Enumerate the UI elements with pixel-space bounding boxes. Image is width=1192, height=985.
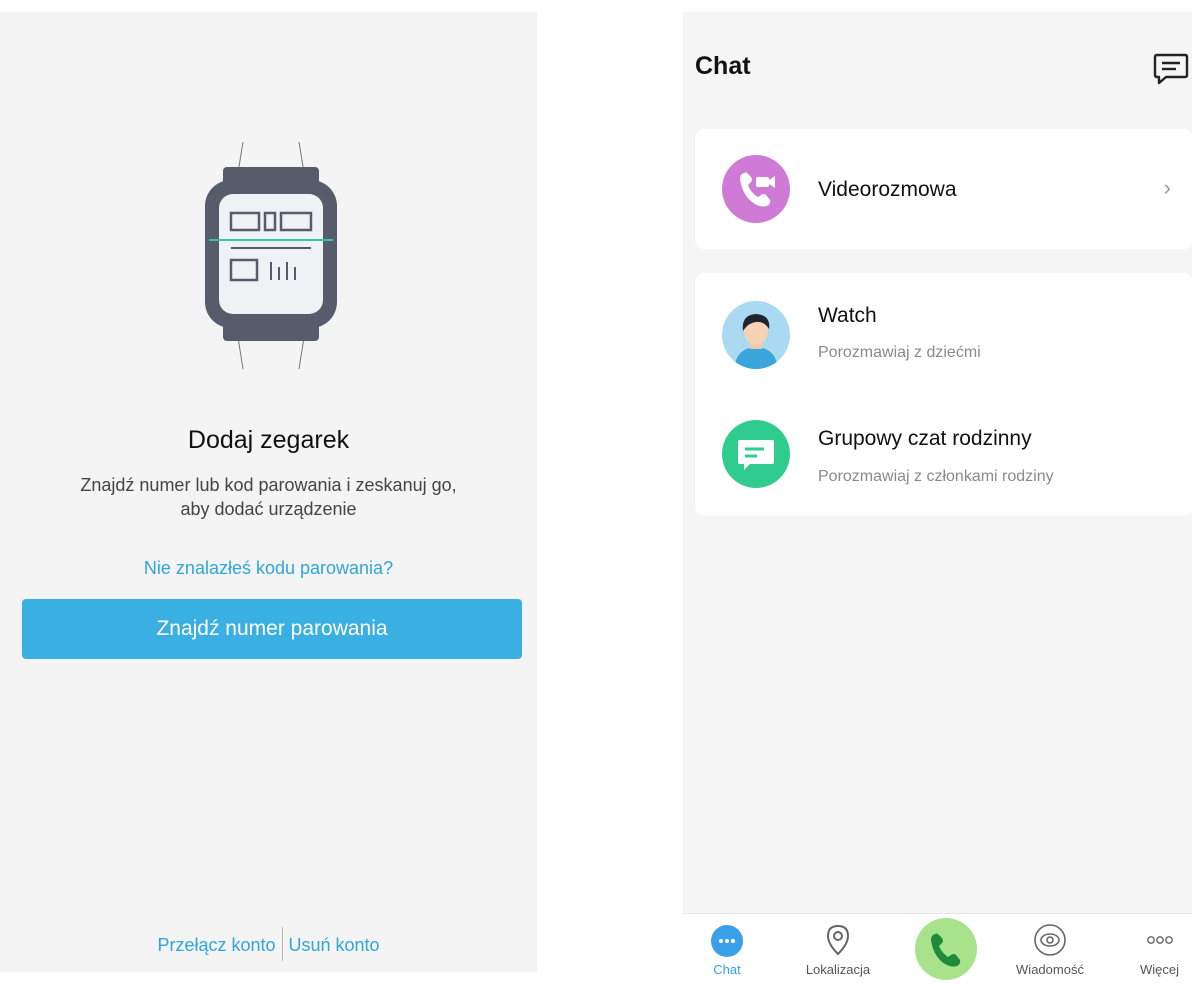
description-line-1: Znajdź numer lub kod parowania i zeskanu… [80, 475, 457, 495]
add-watch-description: Znajdź numer lub kod parowania i zeskanu… [0, 473, 537, 521]
video-call-icon [722, 155, 790, 223]
page-title: Chat [695, 52, 751, 80]
tab-label: Lokalizacja [805, 962, 871, 977]
contact-name: Watch [818, 304, 877, 327]
chevron-right-icon: › [1163, 175, 1171, 200]
add-watch-title: Dodaj zegarek [187, 426, 350, 454]
location-pin-icon [826, 924, 850, 956]
video-call-label: Videorozmowa [818, 178, 957, 201]
more-dots-icon [1146, 936, 1173, 944]
contact-subtitle: Porozmawiaj z dziećmi [818, 344, 981, 361]
find-pairing-number-button[interactable]: Znajdź numer parowania [22, 599, 522, 659]
link-divider [281, 927, 283, 961]
tab-label: Więcej [1139, 962, 1179, 977]
description-line-2: aby dodać urządzenie [180, 499, 357, 519]
message-square-icon[interactable] [1153, 52, 1189, 86]
tab-label: Chat [713, 962, 741, 977]
contact-name: Grupowy czat rodzinny [818, 427, 1032, 450]
no-pairing-code-link[interactable]: Nie znalazłeś kodu parowania? [0, 558, 537, 579]
contacts-card: Watch Porozmawiaj z dziećmi Grupowy czat… [695, 273, 1192, 516]
switch-account-link[interactable]: Przełącz konto [157, 935, 275, 955]
add-watch-screen: Dodaj zegarek Znajdź numer lub kod parow… [0, 12, 537, 972]
phone-icon [931, 933, 961, 967]
tab-more[interactable]: Więcej [1127, 914, 1192, 984]
list-item-watch[interactable]: Watch Porozmawiaj z dziećmi [695, 273, 1192, 393]
video-call-row[interactable]: Videorozmowa › [695, 129, 1192, 249]
chat-bubble-icon [722, 420, 790, 488]
tab-messages[interactable]: Wiadomość [995, 914, 1105, 984]
call-button[interactable] [915, 918, 977, 980]
chat-dots-icon [711, 925, 743, 957]
chat-screen: Chat Videorozmowa › Watch Porozmawiaj z … [683, 12, 1192, 984]
contact-subtitle: Porozmawiaj z członkami rodziny [818, 468, 1054, 485]
tab-location[interactable]: Lokalizacja [783, 914, 893, 984]
tab-label: Wiadomość [1016, 962, 1084, 977]
video-call-card: Videorozmowa › [695, 129, 1192, 249]
person-avatar [722, 301, 790, 369]
account-links: Przełącz konto Usuń konto [0, 927, 537, 963]
delete-account-link[interactable]: Usuń konto [289, 935, 380, 955]
eye-icon [1034, 924, 1066, 956]
tab-chat[interactable]: Chat [683, 914, 771, 984]
list-item-family-group[interactable]: Grupowy czat rodzinny Porozmawiaj z czło… [695, 395, 1192, 515]
watch-qr-scan-icon [205, 141, 337, 370]
